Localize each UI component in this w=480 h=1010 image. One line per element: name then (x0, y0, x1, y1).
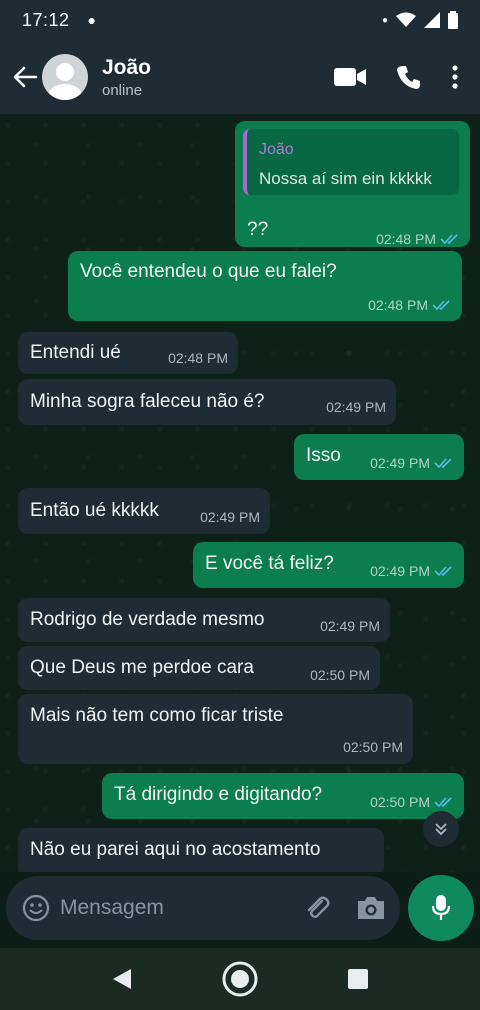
contact-name: João (102, 55, 152, 79)
avatar[interactable] (42, 54, 88, 100)
double-check-icon (434, 458, 452, 469)
double-check-icon (432, 300, 450, 311)
message-bubble-outgoing[interactable]: Tá dirigindo e digitando? 02:50 PM (102, 773, 464, 819)
message-meta: 02:48 PM (368, 297, 452, 313)
emoji-button[interactable] (20, 892, 52, 924)
header-actions (334, 64, 470, 90)
notification-dot-icon: ● (87, 12, 97, 28)
scroll-to-bottom-button[interactable] (423, 811, 459, 847)
chat-area[interactable]: João Nossa aí sim ein kkkkk ?? 02:48 PM … (0, 114, 480, 872)
signal-icon (424, 12, 440, 28)
wifi-icon (396, 12, 416, 27)
message-text: Rodrigo de verdade mesmo (30, 609, 265, 630)
default-avatar-icon (48, 63, 82, 100)
message-bubble-incoming[interactable]: Então ué kkkkk 02:49 PM (18, 488, 270, 534)
nav-back-icon[interactable] (111, 967, 133, 991)
battery-icon (448, 11, 458, 29)
double-check-icon (434, 566, 452, 577)
back-arrow-icon (13, 66, 38, 88)
message-text: Mais não tem como ficar triste (30, 705, 284, 726)
message-composer (6, 876, 400, 940)
video-call-icon[interactable] (334, 67, 366, 87)
emoji-icon (22, 894, 50, 922)
contact-status: online (102, 81, 143, 99)
message-text: Você entendeu o que eu falei? (80, 261, 337, 282)
message-bubble-incoming[interactable]: Que Deus me perdoe cara 02:50 PM (18, 646, 380, 690)
message-time: 02:49 PM (326, 399, 386, 415)
chevron-down-icon (435, 823, 447, 836)
quoted-author: João (259, 141, 294, 158)
message-time: 02:48 PM (168, 350, 228, 366)
double-check-icon (440, 234, 458, 245)
phone-icon[interactable] (396, 64, 422, 90)
message-text: Tá dirigindo e digitando? (114, 784, 323, 805)
message-text: Então ué kkkkk (30, 500, 159, 521)
quoted-text: Nossa aí sim ein kkkkk (259, 169, 432, 188)
message-text: Entendi ué (30, 342, 121, 363)
mic-icon (431, 895, 451, 920)
message-meta: 02:48 PM (376, 231, 460, 247)
more-vert-icon[interactable] (452, 65, 458, 89)
message-text: Minha sogra faleceu não é? (30, 391, 265, 412)
status-icons: ● (382, 11, 458, 29)
contact-info[interactable]: João online (102, 56, 151, 99)
notification-dot-icon: ● (381, 14, 388, 26)
status-time: 17:12 (22, 9, 70, 30)
message-bubble-outgoing[interactable]: Isso 02:49 PM (294, 434, 464, 480)
message-text: E você tá feliz? (205, 553, 334, 574)
back-button[interactable] (10, 62, 40, 92)
message-bubble-incoming[interactable]: Minha sogra faleceu não é? 02:49 PM (18, 379, 396, 425)
message-time: 02:49 PM (200, 509, 260, 525)
message-meta: 02:49 PM (370, 563, 454, 579)
nav-recents-icon[interactable] (347, 968, 369, 990)
double-check-icon (434, 797, 452, 808)
camera-icon[interactable] (356, 895, 386, 921)
message-text: ?? (247, 219, 269, 240)
message-text: Não eu parei aqui no acostamento (30, 839, 321, 860)
status-bar: 17:12 ● ● (0, 0, 480, 40)
message-meta: 02:49 PM (370, 455, 454, 471)
message-time: 02:49 PM (370, 455, 430, 471)
message-bubble-incoming[interactable]: Não eu parei aqui no acostamento (18, 828, 384, 872)
message-time: 02:48 PM (376, 231, 436, 247)
message-text: Que Deus me perdoe cara (30, 657, 254, 678)
message-text: Isso (306, 445, 341, 466)
message-meta: 02:50 PM (370, 794, 454, 810)
message-bubble-incoming[interactable]: Entendi ué 02:48 PM (18, 332, 238, 374)
message-bubble-outgoing[interactable]: E você tá feliz? 02:49 PM (193, 542, 464, 588)
quoted-message[interactable]: João Nossa aí sim ein kkkkk (243, 129, 459, 195)
message-time: 02:48 PM (368, 297, 428, 313)
chat-header: João online (0, 40, 480, 114)
message-time: 02:50 PM (343, 739, 403, 755)
message-time: 02:49 PM (320, 618, 380, 634)
nav-home-icon[interactable] (221, 960, 259, 998)
system-nav-bar (0, 948, 480, 1010)
voice-message-button[interactable] (408, 875, 474, 941)
message-time: 02:49 PM (370, 563, 430, 579)
message-time: 02:50 PM (310, 667, 370, 683)
message-bubble-outgoing[interactable]: João Nossa aí sim ein kkkkk ?? 02:48 PM (235, 121, 470, 247)
attach-icon[interactable] (302, 893, 332, 923)
message-time: 02:50 PM (370, 794, 430, 810)
message-bubble-incoming[interactable]: Rodrigo de verdade mesmo 02:49 PM (18, 598, 390, 642)
message-input[interactable] (60, 896, 290, 920)
message-bubble-outgoing[interactable]: Você entendeu o que eu falei? 02:48 PM (68, 251, 462, 321)
message-bubble-incoming[interactable]: Mais não tem como ficar triste 02:50 PM (18, 694, 413, 764)
